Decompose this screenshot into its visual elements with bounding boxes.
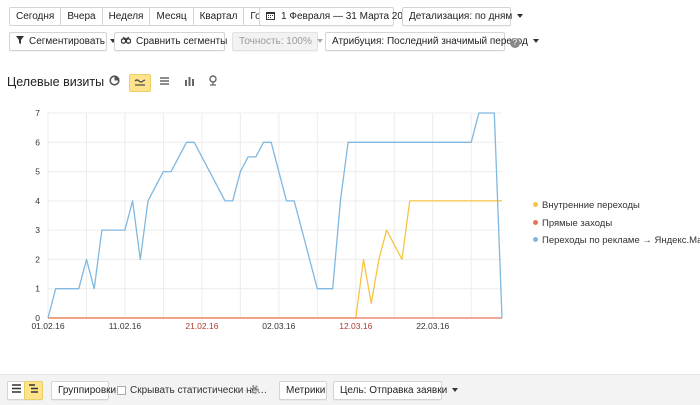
y-tick-label: 2 bbox=[35, 254, 40, 264]
chevron-down-icon bbox=[452, 388, 459, 392]
legend-marker bbox=[533, 237, 538, 242]
y-tick-label: 3 bbox=[35, 225, 40, 235]
legend-marker bbox=[533, 202, 538, 207]
metrics-button[interactable]: Метрики bbox=[279, 381, 327, 400]
hide-stats-checkbox[interactable] bbox=[117, 386, 126, 395]
x-tick-label: 21.02.16 bbox=[185, 321, 218, 331]
legend-item-ads[interactable]: Переходы по рекламе → Яндекс.Маркет bbox=[533, 235, 700, 246]
legend-item-internal[interactable]: Внутренние переходы bbox=[533, 200, 640, 211]
goal-label: Цель: Отправка заявки bbox=[340, 385, 448, 396]
x-tick-label: 02.03.16 bbox=[262, 321, 295, 331]
groupings-label: Группировки bbox=[58, 385, 117, 396]
x-tick-label: 11.02.16 bbox=[109, 321, 142, 331]
metrics-label: Метрики bbox=[286, 385, 326, 396]
tree-view-button[interactable] bbox=[24, 381, 43, 400]
x-tick-label: 01.02.16 bbox=[31, 321, 64, 331]
y-tick-label: 7 bbox=[35, 108, 40, 118]
x-tick-label: 22.03.16 bbox=[416, 321, 449, 331]
footer-bar: Группировки Скрывать статистически не… М… bbox=[0, 374, 700, 405]
y-tick-label: 5 bbox=[35, 167, 40, 177]
series-line-2 bbox=[47, 112, 503, 319]
settings-icon[interactable] bbox=[249, 384, 260, 398]
chart-series bbox=[47, 112, 503, 319]
legend-item-direct[interactable]: Прямые заходы bbox=[533, 218, 612, 229]
legend-label: Прямые заходы bbox=[542, 218, 613, 229]
tree-icon bbox=[29, 384, 38, 396]
line-chart: 0123456701.02.16 11.02.16 21.02.16 02.03.16… bbox=[31, 108, 503, 331]
list-icon bbox=[12, 384, 21, 396]
chart-grid bbox=[47, 112, 502, 319]
groupings-button[interactable]: Группировки bbox=[51, 381, 116, 400]
legend-label: Внутренние переходы bbox=[542, 200, 640, 211]
y-tick-label: 6 bbox=[35, 137, 40, 147]
legend-label: Переходы по рекламе → Яндекс.Маркет bbox=[542, 235, 700, 246]
y-tick-label: 4 bbox=[35, 196, 40, 206]
legend-marker bbox=[533, 220, 538, 225]
y-tick-label: 1 bbox=[35, 284, 40, 294]
x-tick-label: 12.03.16 bbox=[339, 321, 372, 331]
hide-stats-label: Скрывать статистически не… bbox=[130, 385, 268, 396]
goal-dropdown[interactable]: Цель: Отправка заявки bbox=[333, 381, 459, 400]
chart-axes: 0123456701.02.16 11.02.16 21.02.16 02.03.16… bbox=[31, 108, 502, 331]
